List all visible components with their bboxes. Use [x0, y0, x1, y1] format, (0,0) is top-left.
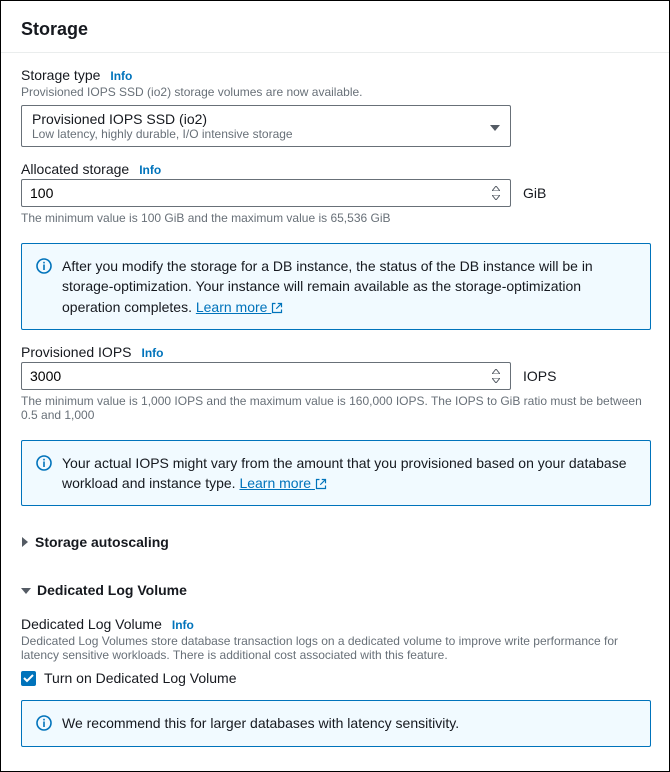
iops-variance-msg: Your actual IOPS might vary from the amo… — [62, 453, 636, 494]
panel-title: Storage — [21, 19, 649, 40]
storage-optimization-msg: After you modify the storage for a DB in… — [62, 256, 636, 317]
allocated-storage-stepper — [486, 184, 506, 202]
provisioned-iops-input[interactable] — [22, 363, 486, 389]
iops-variance-text: Your actual IOPS might vary from the amo… — [62, 455, 626, 491]
provisioned-iops-field: Provisioned IOPS Info IOPS — [21, 344, 649, 422]
allocated-storage-label: Allocated storage — [21, 161, 129, 177]
provisioned-iops-input-wrap — [21, 362, 511, 390]
stepper-down-button[interactable] — [489, 193, 503, 202]
dedicated-log-volume-section: Dedicated Log Volume Dedicated Log Volum… — [21, 578, 649, 747]
learn-more-link[interactable]: Learn more — [239, 475, 326, 491]
storage-type-selected-title: Provisioned IOPS SSD (io2) — [32, 111, 480, 127]
learn-more-link[interactable]: Learn more — [196, 299, 283, 315]
provisioned-iops-hint: The minimum value is 1,000 IOPS and the … — [21, 394, 649, 422]
allocated-storage-hint: The minimum value is 100 GiB and the max… — [21, 211, 649, 225]
dlv-checkbox-label: Turn on Dedicated Log Volume — [44, 670, 237, 686]
storage-optimization-info: After you modify the storage for a DB in… — [21, 243, 651, 330]
caret-right-icon — [21, 534, 29, 550]
storage-type-field: Storage type Info Provisioned IOPS SSD (… — [21, 67, 649, 147]
panel-header: Storage — [1, 1, 669, 52]
dlv-field: Dedicated Log Volume Info Dedicated Log … — [21, 616, 649, 686]
storage-panel: Storage Storage type Info Provisioned IO… — [0, 0, 670, 772]
dlv-section-title: Dedicated Log Volume — [37, 582, 187, 598]
info-icon — [36, 258, 52, 317]
provisioned-iops-info-link[interactable]: Info — [142, 346, 164, 360]
storage-type-info-link[interactable]: Info — [110, 69, 132, 83]
stepper-down-button[interactable] — [489, 376, 503, 385]
storage-type-label: Storage type — [21, 67, 100, 83]
storage-type-selected-desc: Low latency, highly durable, I/O intensi… — [32, 127, 480, 141]
dlv-desc: Dedicated Log Volumes store database tra… — [21, 634, 649, 662]
allocated-storage-input[interactable] — [22, 180, 486, 206]
stepper-up-button[interactable] — [489, 367, 503, 376]
allocated-storage-unit: GiB — [523, 185, 546, 201]
dlv-label: Dedicated Log Volume — [21, 616, 162, 632]
stepper-up-button[interactable] — [489, 184, 503, 193]
storage-optimization-text: After you modify the storage for a DB in… — [62, 258, 593, 315]
dlv-checkbox[interactable] — [21, 671, 36, 686]
storage-autoscaling-toggle[interactable]: Storage autoscaling — [21, 530, 649, 554]
iops-variance-info: Your actual IOPS might vary from the amo… — [21, 440, 651, 507]
provisioned-iops-label: Provisioned IOPS — [21, 344, 132, 360]
dlv-info-link[interactable]: Info — [172, 618, 194, 632]
storage-autoscaling-title: Storage autoscaling — [35, 534, 169, 550]
allocated-storage-field: Allocated storage Info GiB — [21, 161, 649, 225]
panel-body: Storage type Info Provisioned IOPS SSD (… — [1, 53, 669, 771]
caret-down-icon — [490, 118, 500, 134]
storage-type-select[interactable]: Provisioned IOPS SSD (io2) Low latency, … — [21, 105, 511, 147]
provisioned-iops-stepper — [486, 367, 506, 385]
dlv-recommend-text: We recommend this for larger databases w… — [62, 713, 459, 734]
storage-type-subtext: Provisioned IOPS SSD (io2) storage volum… — [21, 85, 649, 99]
dlv-toggle[interactable]: Dedicated Log Volume — [21, 578, 649, 602]
info-icon — [36, 455, 52, 494]
dlv-recommend-info: We recommend this for larger databases w… — [21, 700, 651, 747]
allocated-storage-input-wrap — [21, 179, 511, 207]
provisioned-iops-unit: IOPS — [523, 368, 556, 384]
allocated-storage-info-link[interactable]: Info — [139, 163, 161, 177]
info-icon — [36, 715, 52, 734]
storage-autoscaling-section: Storage autoscaling — [21, 530, 649, 554]
caret-down-icon — [21, 582, 31, 598]
